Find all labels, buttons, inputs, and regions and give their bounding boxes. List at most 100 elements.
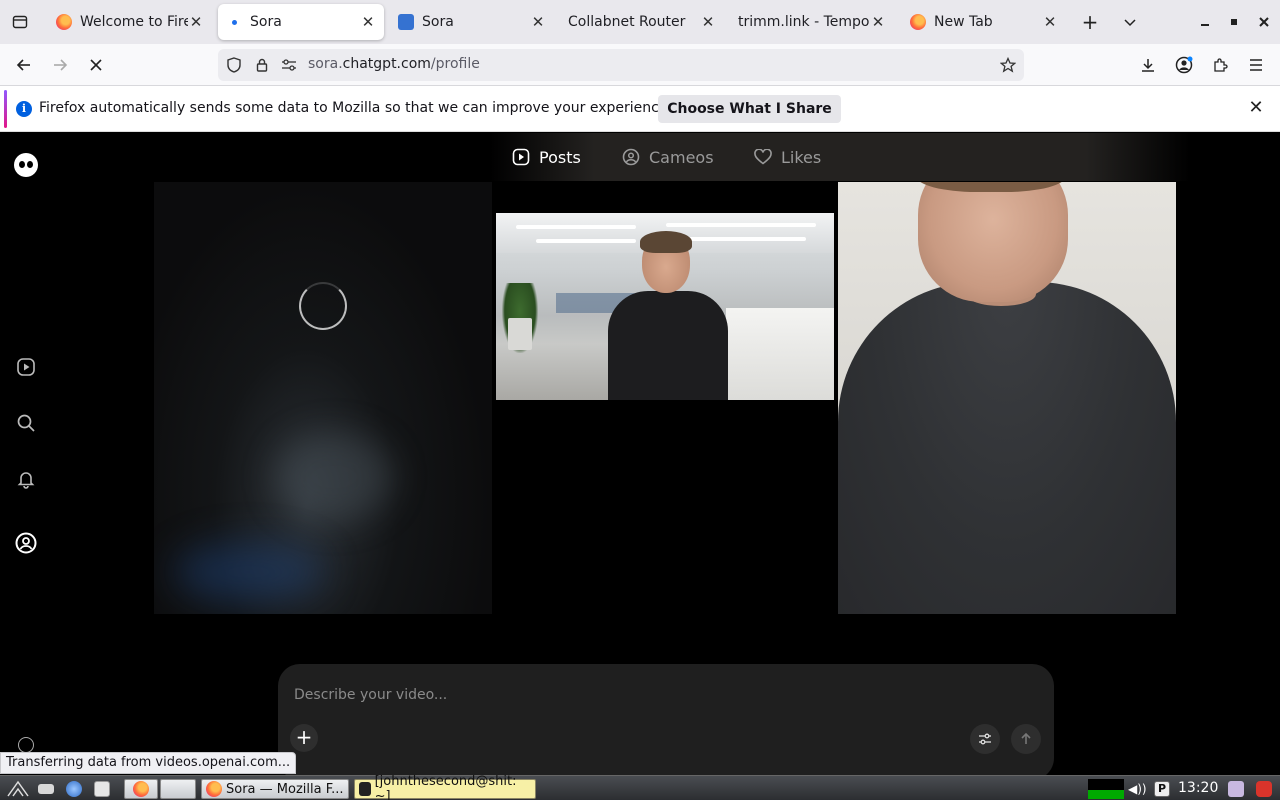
firefox-icon: [910, 14, 926, 30]
video-feed-icon[interactable]: [14, 355, 38, 379]
notification-message: Firefox automatically sends some data to…: [39, 100, 672, 116]
power-icon[interactable]: [1256, 779, 1272, 799]
browser-tab[interactable]: Welcome to Firefox ✕: [48, 4, 212, 40]
loading-spinner: [299, 282, 347, 330]
browser-tab[interactable]: New Tab ✕: [902, 4, 1066, 40]
file-manager-icon[interactable]: [94, 779, 110, 799]
notifications-bell-icon[interactable]: [14, 467, 38, 491]
close-icon[interactable]: ✕: [188, 13, 204, 31]
browser-status-text: Transferring data from videos.openai.com…: [0, 752, 297, 774]
sora-logo-icon[interactable]: [14, 153, 38, 177]
user-switch-icon[interactable]: [1228, 779, 1244, 799]
video-prompt-composer: Describe your video... +: [278, 664, 1054, 775]
close-icon[interactable]: ✕: [870, 13, 886, 31]
address-bar[interactable]: sora.chatgpt.com/profile: [218, 49, 1024, 81]
blurred-thumbnail: [274, 432, 394, 522]
forward-arrow-icon[interactable]: [48, 53, 72, 77]
browser-tab[interactable]: Sora ✕: [390, 4, 554, 40]
search-icon[interactable]: [14, 411, 38, 435]
bookmark-star-icon[interactable]: [999, 56, 1017, 74]
close-icon[interactable]: ✕: [700, 13, 716, 31]
extensions-puzzle-icon[interactable]: [1208, 53, 1232, 77]
close-icon[interactable]: ✕: [530, 13, 546, 31]
data-collection-notification: i Firefox automatically sends some data …: [0, 86, 1280, 132]
maximize-icon[interactable]: [1222, 10, 1246, 34]
url-path: /profile: [430, 56, 480, 72]
tab-overview-icon[interactable]: [8, 10, 32, 34]
browser-tab[interactable]: Collabnet Router ✕: [560, 4, 724, 40]
empty-launcher[interactable]: [160, 779, 196, 799]
tab-title: Sora: [250, 14, 282, 30]
firefox-icon: [56, 14, 72, 30]
navigation-toolbar: sora.chatgpt.com/profile: [0, 44, 1280, 86]
tab-label: Likes: [781, 147, 822, 167]
play-square-icon: [511, 147, 531, 167]
tracking-protection-shield-icon[interactable]: [225, 56, 243, 74]
window-close-icon[interactable]: [1252, 10, 1276, 34]
profile-tabs-background: [490, 133, 1190, 181]
profile-icon[interactable]: [14, 531, 38, 555]
heart-icon: [753, 147, 773, 167]
info-icon: i: [16, 101, 32, 117]
clipboard-icon[interactable]: P: [1154, 779, 1170, 799]
choose-what-i-share-button[interactable]: Choose What I Share: [658, 95, 841, 123]
tab-title: trimm.link - Temporar: [738, 14, 870, 30]
close-icon[interactable]: ✕: [360, 13, 376, 31]
account-icon[interactable]: [1172, 53, 1196, 77]
start-menu-icon[interactable]: [6, 779, 30, 799]
tab-title: Collabnet Router: [568, 14, 686, 30]
blurred-thumbnail: [174, 542, 324, 602]
settings-sliders-icon[interactable]: [970, 724, 1000, 754]
firefox-launcher-icon[interactable]: [124, 779, 158, 799]
site-permissions-icon[interactable]: [280, 56, 298, 74]
window-title: [johnthesecond@shit: ~]: [374, 774, 517, 800]
downloads-icon[interactable]: [1136, 53, 1160, 77]
network-globe-icon[interactable]: [66, 779, 82, 799]
back-arrow-icon[interactable]: [12, 53, 36, 77]
cameo-person-icon: [621, 147, 641, 167]
minimize-icon[interactable]: [1193, 10, 1217, 34]
stop-loading-icon[interactable]: [84, 53, 108, 77]
taskbar-clock: 13:20: [1178, 780, 1219, 796]
close-icon[interactable]: ✕: [1244, 97, 1268, 121]
add-media-icon[interactable]: +: [290, 724, 318, 752]
tab-title: New Tab: [934, 14, 993, 30]
taskbar-window-firefox[interactable]: Sora — Mozilla F...: [201, 779, 349, 799]
terminal-icon: [359, 782, 371, 796]
volume-icon[interactable]: ◀)): [1128, 779, 1147, 799]
tab-label: Posts: [539, 147, 581, 167]
new-tab-icon[interactable]: +: [1078, 10, 1102, 34]
more-options-icon[interactable]: [18, 737, 34, 753]
sora-app-icon: [398, 14, 414, 30]
tab-posts[interactable]: Posts: [511, 147, 581, 167]
show-desktop-icon[interactable]: [38, 779, 54, 799]
post-card-video[interactable]: 6 1: [496, 182, 834, 614]
os-taskbar: Sora — Mozilla F... [johnthesecond@shit:…: [0, 774, 1280, 800]
tab-title: Sora: [422, 14, 454, 30]
prompt-input[interactable]: Describe your video...: [294, 687, 447, 703]
window-title: Sora — Mozilla F...: [226, 781, 344, 797]
firefox-icon: [206, 781, 222, 797]
lock-icon[interactable]: [253, 56, 271, 74]
sora-dot-icon: [226, 14, 242, 30]
tab-label: Cameos: [649, 147, 714, 167]
browser-tab-strip: Welcome to Firefox ✕ Sora ✕ Sora ✕ Colla…: [0, 0, 1280, 44]
tab-cameos[interactable]: Cameos: [621, 147, 714, 167]
close-icon[interactable]: ✕: [1042, 13, 1058, 31]
browser-tab[interactable]: trimm.link - Temporar ✕: [730, 4, 894, 40]
taskbar-window-terminal[interactable]: [johnthesecond@shit: ~]: [354, 774, 536, 800]
hamburger-menu-icon[interactable]: [1244, 53, 1268, 77]
cpu-monitor: [1088, 779, 1124, 799]
tab-likes[interactable]: Likes: [753, 147, 821, 167]
sora-profile-page: Posts Cameos Likes Describe your video..…: [0, 133, 1280, 775]
post-card-loading[interactable]: [154, 182, 492, 614]
send-arrow-icon[interactable]: [1011, 724, 1041, 754]
tab-list-chevron-icon[interactable]: [1118, 10, 1142, 34]
tab-title: Welcome to Firefox: [80, 14, 188, 30]
notification-accent: [4, 90, 7, 128]
video-thumbnail-office: [496, 213, 834, 400]
video-thumbnail-portrait: [838, 282, 1176, 614]
url-text[interactable]: sora.chatgpt.com/profile: [308, 56, 480, 72]
post-card-video[interactable]: [838, 182, 1176, 614]
browser-tab-active[interactable]: Sora ✕: [218, 4, 384, 40]
